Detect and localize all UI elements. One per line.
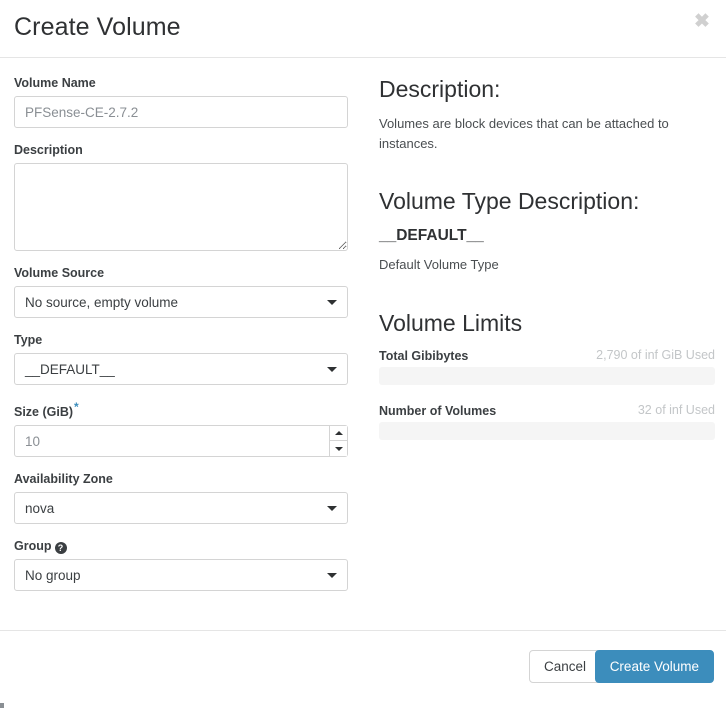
limit-progress-track <box>379 367 715 385</box>
scroll-corner-artifact <box>0 703 4 708</box>
group-label: Group? <box>14 538 364 555</box>
volume-type-description: Default Volume Type <box>379 257 499 272</box>
group-select[interactable]: No group <box>14 559 348 592</box>
caret-down-icon[interactable] <box>329 441 347 457</box>
limit-row: Number of Volumes 32 of inf Used <box>379 402 715 419</box>
description-textarea[interactable] <box>14 163 348 251</box>
type-value: __DEFAULT__ <box>14 353 348 385</box>
limit-value: 2,790 of inf GiB Used <box>596 348 715 362</box>
limit-progress-track <box>379 422 715 440</box>
dialog-title: Create Volume <box>14 13 181 41</box>
limit-label: Total Gibibytes <box>379 349 469 363</box>
limit-label: Number of Volumes <box>379 404 497 418</box>
group-value: No group <box>14 559 348 592</box>
question-mark-icon[interactable]: ? <box>54 542 67 555</box>
create-volume-button[interactable]: Create Volume <box>594 650 714 683</box>
create-volume-dialog: Create Volume ✖ Volume Name Description … <box>0 0 726 708</box>
description-heading: Description: <box>379 76 501 102</box>
size-stepper <box>14 425 348 458</box>
type-select[interactable]: __DEFAULT__ <box>14 353 348 385</box>
limit-item-number-of-volumes: Number of Volumes 32 of inf Used <box>379 402 715 440</box>
required-asterisk: * <box>74 400 79 414</box>
size-input[interactable] <box>14 425 348 458</box>
volume-source-value: No source, empty volume <box>14 286 348 318</box>
cancel-button[interactable]: Cancel <box>528 650 601 683</box>
group-label-text: Group <box>14 539 52 554</box>
volume-form: Volume Name Description Volume Source No… <box>14 75 364 605</box>
close-icon[interactable]: ✖ <box>689 9 715 35</box>
dialog-header: Create Volume ✖ <box>0 0 726 58</box>
field-volume-name: Volume Name <box>14 75 364 128</box>
info-panel: Description: Volumes are block devices t… <box>379 75 715 457</box>
description-label: Description <box>14 143 83 157</box>
caret-up-icon[interactable] <box>329 426 347 442</box>
volume-source-label: Volume Source <box>14 266 105 280</box>
field-volume-source: Volume Source No source, empty volume <box>14 265 364 318</box>
availability-zone-value: nova <box>14 492 348 525</box>
volume-name-label: Volume Name <box>14 76 96 90</box>
field-group: Group? No group <box>14 538 364 592</box>
field-size: Size (GiB)* <box>14 399 364 458</box>
field-description: Description <box>14 142 364 251</box>
size-label: Size (GiB)* <box>14 399 364 420</box>
field-availability-zone: Availability Zone nova <box>14 471 364 525</box>
size-label-text: Size (GiB) <box>14 405 74 420</box>
description-text: Volumes are block devices that can be at… <box>379 116 669 151</box>
type-label: Type <box>14 333 43 347</box>
limit-item-total-gibibytes: Total Gibibytes 2,790 of inf GiB Used <box>379 347 715 385</box>
volume-limits-heading: Volume Limits <box>379 310 523 336</box>
volume-source-select[interactable]: No source, empty volume <box>14 286 348 318</box>
volume-name-input[interactable] <box>14 96 348 128</box>
availability-zone-label: Availability Zone <box>14 472 113 487</box>
volume-type-name: __DEFAULT__ <box>379 227 484 244</box>
dialog-footer: Cancel Create Volume <box>0 630 726 708</box>
limit-row: Total Gibibytes 2,790 of inf GiB Used <box>379 347 715 364</box>
availability-zone-select[interactable]: nova <box>14 492 348 525</box>
size-spinner-buttons <box>329 426 347 457</box>
dialog-body: Volume Name Description Volume Source No… <box>0 59 726 630</box>
volume-type-heading: Volume Type Description: <box>379 188 640 214</box>
limit-value: 32 of inf Used <box>637 403 715 417</box>
field-type: Type __DEFAULT__ <box>14 332 364 385</box>
